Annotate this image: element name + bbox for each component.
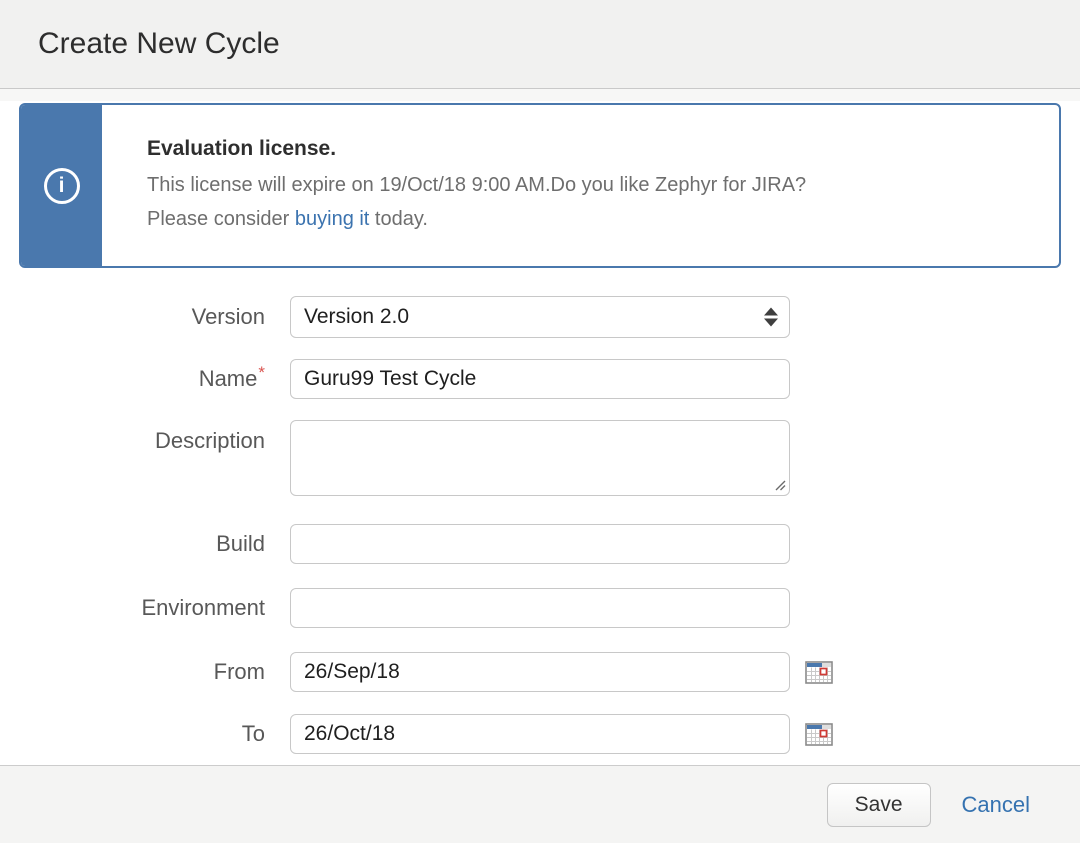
banner-message-line1: This license will expire on 19/Oct/18 9:…: [147, 174, 807, 196]
banner-content: Evaluation license. This license will ex…: [102, 105, 826, 266]
banner-message-line2: Please consider buying it today.: [147, 202, 806, 236]
to-row: To: [0, 714, 1080, 754]
info-icon: i: [43, 167, 80, 204]
version-select[interactable]: Version 2.0: [290, 296, 790, 338]
banner-message-line2-suffix: today.: [369, 208, 428, 230]
buying-it-link[interactable]: buying it: [295, 208, 370, 230]
dialog-title: Create New Cycle: [38, 27, 280, 60]
environment-input[interactable]: [290, 588, 790, 628]
textarea-resize-handle-icon[interactable]: [773, 478, 786, 491]
description-row: Description: [0, 420, 1080, 496]
create-new-cycle-dialog: Create New Cycle i Evaluation license. T…: [0, 0, 1080, 843]
header-divider: [0, 89, 1080, 101]
version-row: Version Version 2.0: [0, 296, 1080, 338]
calendar-icon: [805, 660, 833, 684]
cycle-form: Version Version 2.0 Name* Description: [0, 268, 1080, 754]
banner-message-line2-prefix: Please consider: [147, 208, 295, 230]
description-label: Description: [154, 428, 265, 453]
description-textarea-wrap: [290, 420, 790, 496]
banner-title: Evaluation license.: [147, 137, 337, 160]
description-textarea[interactable]: [290, 420, 790, 496]
name-label: Name*: [198, 362, 265, 391]
to-label: To: [241, 721, 265, 746]
version-select-value: Version 2.0: [304, 305, 410, 328]
to-calendar-button[interactable]: [805, 722, 833, 746]
from-calendar-button[interactable]: [805, 660, 833, 684]
environment-label: Environment: [141, 595, 265, 620]
select-arrows-icon: [764, 307, 778, 327]
evaluation-license-banner: i Evaluation license. This license will …: [19, 103, 1061, 268]
build-row: Build: [0, 524, 1080, 564]
to-date-input[interactable]: [290, 714, 790, 754]
build-label: Build: [216, 531, 265, 556]
dialog-footer: Save Cancel: [0, 765, 1080, 843]
banner-icon-strip: i: [21, 105, 102, 266]
calendar-icon: [805, 722, 833, 746]
save-button[interactable]: Save: [826, 782, 931, 827]
dialog-header: Create New Cycle: [0, 0, 1080, 89]
name-row: Name*: [0, 359, 1080, 399]
build-input[interactable]: [290, 524, 790, 564]
from-label: From: [213, 659, 265, 684]
version-label: Version: [191, 304, 265, 329]
from-date-input[interactable]: [290, 652, 790, 692]
required-asterisk: *: [258, 362, 265, 382]
cancel-link[interactable]: Cancel: [962, 792, 1030, 818]
name-input[interactable]: [290, 359, 790, 399]
environment-row: Environment: [0, 588, 1080, 628]
from-row: From: [0, 652, 1080, 692]
